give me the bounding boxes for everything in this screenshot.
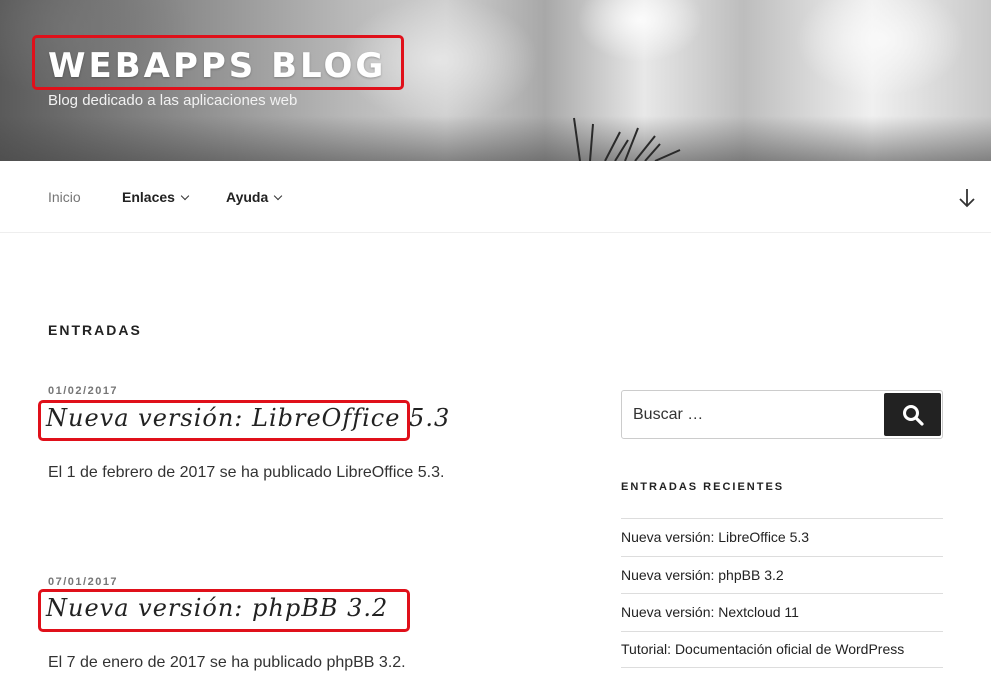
title-highlight-box (32, 35, 404, 90)
list-item[interactable]: Nueva versión: LibreOffice 5.3 (621, 518, 943, 556)
post-title-highlight-box (38, 400, 410, 441)
nav-item-ayuda[interactable]: Ayuda (226, 189, 283, 205)
nav-item-label: Enlaces (122, 189, 175, 205)
recent-posts-list: Nueva versión: LibreOffice 5.3 Nueva ver… (621, 518, 943, 668)
chevron-down-icon (274, 191, 283, 201)
nav-item-label: Ayuda (226, 189, 269, 205)
chevron-down-icon (180, 191, 190, 201)
arrow-down-icon[interactable] (955, 187, 979, 209)
post-date[interactable]: 01/02/2017 (48, 385, 118, 397)
list-item[interactable]: Nueva versión: Nextcloud 11 (621, 593, 943, 631)
search-input[interactable] (622, 391, 882, 438)
search-form (621, 390, 943, 439)
site-header: WebApps Blog Blog dedicado a las aplicac… (0, 0, 991, 161)
post-title-highlight-box (38, 589, 410, 632)
nav-item-enlaces[interactable]: Enlaces (122, 189, 190, 205)
post-excerpt: El 1 de febrero de 2017 se ha publicado … (48, 464, 445, 481)
page-title: ENTRADAS (48, 322, 142, 338)
header-shade (0, 116, 991, 161)
search-button[interactable] (884, 393, 941, 436)
list-item[interactable]: Nueva versión: phpBB 3.2 (621, 555, 943, 594)
site-description: Blog dedicado a las aplicaciones web (48, 92, 298, 109)
post-excerpt: El 7 de enero de 2017 se ha publicado ph… (48, 654, 406, 671)
nav-item-inicio[interactable]: Inicio (48, 189, 81, 205)
list-item[interactable]: Tutorial: Documentación oficial de WordP… (621, 630, 943, 668)
search-icon (902, 404, 924, 426)
header-plant-image (573, 117, 681, 161)
recent-posts-title: ENTRADAS RECIENTES (621, 481, 785, 493)
nav-item-label: Inicio (48, 189, 81, 205)
post-date[interactable]: 07/01/2017 (48, 576, 118, 588)
main-navigation: Inicio Enlaces Ayuda (0, 161, 991, 233)
